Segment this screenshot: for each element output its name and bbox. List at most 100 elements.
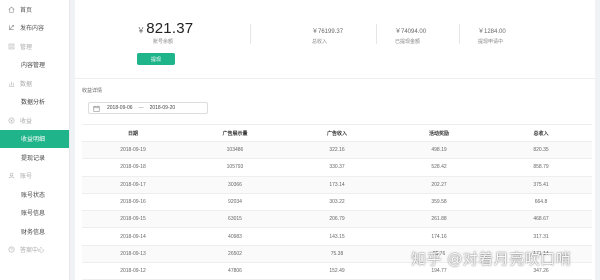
date-separator: — <box>138 105 144 111</box>
table-cell: 2018-09-18 <box>120 164 146 171</box>
stat-withdrawn: ￥74094.00 已提现金额 <box>395 26 426 45</box>
table-cell: 347.26 <box>533 268 549 275</box>
watermark: 知乎 @对着月亮吹口哨 <box>411 250 572 268</box>
main-content: ￥821.37 账号余额 提现 ￥76199.37 总收入 ￥74094.00 … <box>75 0 595 280</box>
table-cell: 63015 <box>228 216 242 223</box>
table-cell: 2018-09-16 <box>120 199 146 206</box>
stat-label: 已提现金额 <box>395 39 421 45</box>
table-cell: 194.77 <box>431 268 447 275</box>
table-cell: 2018-09-13 <box>120 250 146 257</box>
help-icon <box>8 246 15 253</box>
table-cell: 174.16 <box>431 233 447 240</box>
table-cell: 261.88 <box>431 216 447 223</box>
sidebar-item-label: 账号 <box>20 174 33 181</box>
column-header: 广告收入 <box>326 130 347 137</box>
sidebar-item[interactable]: 账号状态 <box>0 185 69 204</box>
table-cell: 528.42 <box>431 164 447 171</box>
table-cell: 103486 <box>226 147 244 154</box>
withdraw-button[interactable]: 提现 <box>137 53 175 65</box>
table-cell: 2018-09-17 <box>120 181 146 188</box>
sidebar-item-label: 内容管理 <box>21 63 46 70</box>
sidebar-item[interactable]: 收益明细 <box>0 129 69 148</box>
table-cell: 359.58 <box>431 199 447 206</box>
table-cell: 26502 <box>228 250 242 257</box>
sidebar-item-label: 财务信息 <box>21 229 46 236</box>
sidebar-item[interactable]: 发布内容 <box>0 19 69 38</box>
sidebar-item[interactable]: 首页 <box>0 0 69 19</box>
table-cell: 2018-09-12 <box>120 268 146 275</box>
detail-section-title: 收益详情 <box>82 88 103 94</box>
divider <box>75 78 595 79</box>
sidebar: 首页发布内容管理内容管理数据数据分析收益收益明细提现记录账号账号状态账号信息财务… <box>0 0 70 280</box>
home-icon <box>8 6 15 13</box>
balance-value: 821.37 <box>146 20 194 37</box>
app-root: 首页发布内容管理内容管理数据数据分析收益收益明细提现记录账号账号状态账号信息财务… <box>0 0 600 280</box>
calendar-icon <box>93 105 100 112</box>
sidebar-item-label: 管理 <box>20 44 33 51</box>
table-row: 2018-09-16 92034 303.22 359.58 664.8 <box>82 194 592 212</box>
balance-amount: ￥821.37 <box>137 20 217 37</box>
date-end[interactable]: 2018-09-20 <box>150 105 176 111</box>
sidebar-item-label: 收益 <box>20 118 33 125</box>
table-cell: 664.8 <box>534 199 548 206</box>
balance-currency: ￥ <box>137 26 146 35</box>
table-cell: 30366 <box>228 181 242 188</box>
sidebar-item-label: 数据分析 <box>21 100 46 107</box>
sidebar-item-label: 首页 <box>20 7 33 14</box>
sidebar-item[interactable]: 内容管理 <box>0 56 69 75</box>
table-cell: 330.37 <box>329 164 345 171</box>
table-row: 2018-09-19 103486 322.16 498.19 820.35 <box>82 142 592 160</box>
table-cell: 820.35 <box>533 147 549 154</box>
sidebar-item: 收益 <box>0 111 69 130</box>
table-cell: 206.79 <box>329 216 345 223</box>
table-cell: 498.19 <box>431 147 447 154</box>
table-cell: 143.15 <box>329 233 345 240</box>
sidebar-item-label: 账号信息 <box>21 211 46 218</box>
income-icon <box>8 117 15 124</box>
sidebar-item: 管理 <box>0 37 69 56</box>
sidebar-item-label: 账号状态 <box>21 192 46 199</box>
sidebar-item[interactable]: 账号信息 <box>0 204 69 223</box>
column-header: 总收入 <box>533 130 549 137</box>
table-header: 日期 广告展示量 广告收入 活动奖励 总收入 <box>82 124 592 142</box>
table-cell: 152.49 <box>329 268 345 275</box>
date-range-picker[interactable]: 2018-09-06 — 2018-09-20 <box>88 102 208 114</box>
sidebar-item: 答案中心 <box>0 241 69 260</box>
earnings-summary: ￥821.37 账号余额 提现 ￥76199.37 总收入 ￥74094.00 … <box>75 0 595 74</box>
sidebar-item-label: 数据 <box>20 81 33 88</box>
stat-total-income: ￥76199.37 总收入 <box>312 26 343 45</box>
sidebar-item-label: 答案中心 <box>20 248 45 255</box>
table-cell: 303.22 <box>329 199 345 206</box>
sidebar-item-label: 发布内容 <box>20 26 45 33</box>
stat-value: ￥76199.37 <box>312 29 344 35</box>
table-row: 2018-09-18 105793 330.37 528.42 858.79 <box>82 159 592 177</box>
column-header: 日期 <box>127 130 138 137</box>
date-start[interactable]: 2018-09-06 <box>107 105 133 111</box>
stat-label: 总收入 <box>312 39 328 45</box>
table-cell: 468.67 <box>533 216 549 223</box>
stat-value: ￥1284.00 <box>478 29 506 35</box>
publish-icon <box>8 24 15 31</box>
stat-divider <box>376 24 377 44</box>
table-cell: 322.16 <box>329 147 345 154</box>
table-cell: 375.41 <box>533 181 549 188</box>
sidebar-item[interactable]: 财务信息 <box>0 222 69 241</box>
sidebar-item[interactable]: 提现记录 <box>0 148 69 167</box>
stat-pending: ￥1284.00 提现申请中 <box>478 26 506 45</box>
stat-divider <box>250 24 251 44</box>
stat-value: ￥74094.00 <box>395 29 427 35</box>
sidebar-item[interactable]: 数据分析 <box>0 93 69 112</box>
manage-icon <box>8 43 15 50</box>
table-cell: 92034 <box>228 199 242 206</box>
balance-label: 账号余额 <box>153 39 174 45</box>
table-cell: 2018-09-19 <box>120 147 146 154</box>
table-cell: 2018-09-14 <box>120 233 146 240</box>
sidebar-item-label: 收益明细 <box>21 137 46 144</box>
column-header: 广告展示量 <box>222 130 248 137</box>
stat-divider <box>459 24 460 44</box>
sidebar-item-label: 提现记录 <box>21 155 46 162</box>
table-cell: 317.31 <box>533 233 549 240</box>
table-cell: 2018-09-15 <box>120 216 146 223</box>
table-cell: 858.79 <box>533 164 549 171</box>
sidebar-item: 数据 <box>0 74 69 93</box>
